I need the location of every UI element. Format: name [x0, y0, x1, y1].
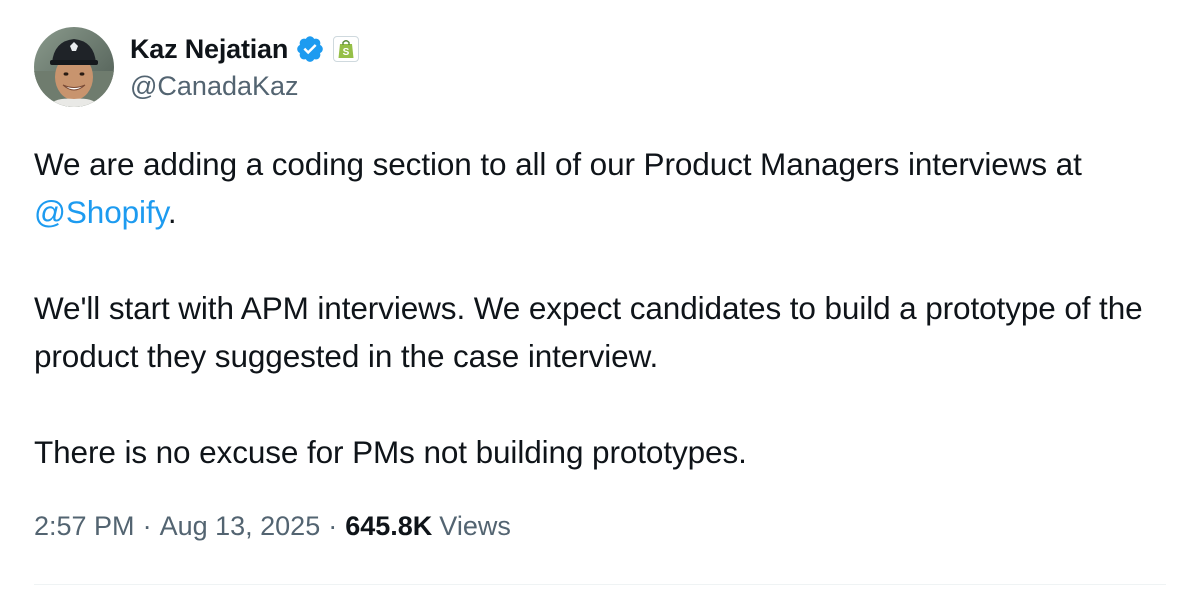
svg-text:S: S — [343, 47, 350, 58]
author-handle[interactable]: @CanadaKaz — [130, 71, 359, 102]
tweet-text: We are adding a coding section to all of… — [34, 140, 1174, 476]
avatar[interactable] — [34, 27, 114, 107]
avatar-image — [34, 27, 114, 107]
tweet-meta: 2:57 PM · Aug 13, 2025 · 645.8K Views — [34, 511, 511, 542]
views-count[interactable]: 645.8K — [345, 511, 432, 542]
tweet-time[interactable]: 2:57 PM — [34, 511, 135, 542]
shopify-bag-icon[interactable]: S — [333, 36, 360, 62]
tweet-paragraph-2: We'll start with APM interviews. We expe… — [34, 290, 1143, 374]
tweet-date[interactable]: Aug 13, 2025 — [160, 511, 321, 542]
paragraph-1-end: . — [167, 194, 177, 230]
author-name[interactable]: Kaz Nejatian — [130, 34, 288, 65]
divider — [34, 584, 1166, 585]
author-identity: Kaz Nejatian S @CanadaKaz — [130, 31, 360, 102]
tweet-paragraph-3: There is no excuse for PMs not building … — [34, 434, 747, 470]
tweet-card: Kaz Nejatian S @CanadaKaz We are adding … — [0, 0, 1202, 590]
verified-badge-icon[interactable] — [295, 34, 325, 64]
views-label: Views — [439, 511, 511, 541]
meta-separator: · — [328, 511, 338, 541]
name-row: Kaz Nejatian S — [130, 31, 360, 67]
tweet-paragraph-1: We are adding a coding section to all of… — [34, 140, 1174, 236]
paragraph-1-text: We are adding a coding section to all of… — [34, 146, 1082, 182]
mention-link[interactable]: @Shopify — [34, 194, 168, 230]
tweet-header: Kaz Nejatian S @CanadaKaz — [34, 27, 360, 111]
meta-separator: · — [142, 511, 152, 541]
